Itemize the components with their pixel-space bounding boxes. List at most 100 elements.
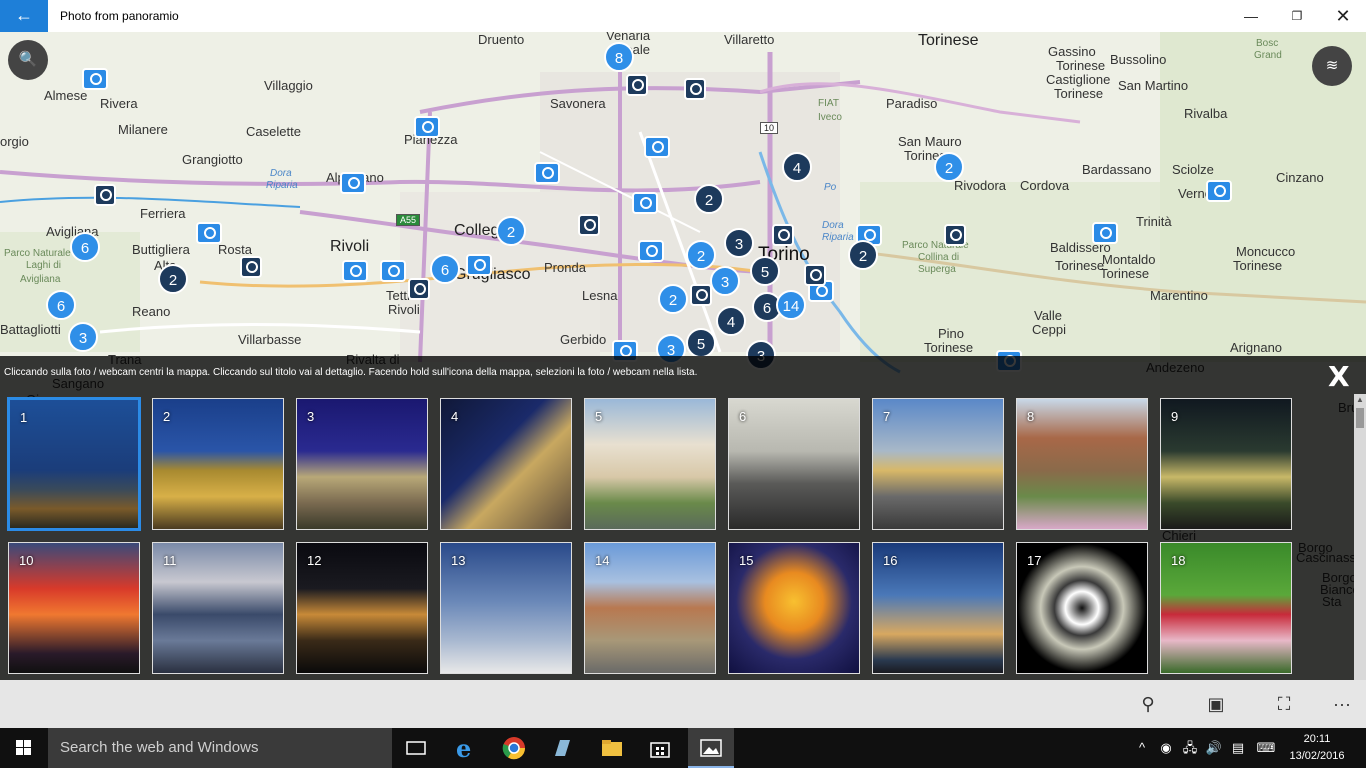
gallery-button[interactable]: ▣ [1200, 688, 1232, 720]
thumbnail-number: 18 [1171, 553, 1186, 568]
keyboard-icon[interactable]: ⌨ [1252, 728, 1280, 768]
taskbar-search-box[interactable]: Search the web and Windows [48, 728, 392, 768]
start-button[interactable] [0, 728, 48, 768]
person-frame-icon: ⛶ [1277, 694, 1291, 714]
map-layers-button[interactable]: ≋ [1312, 46, 1352, 86]
close-window-button[interactable]: ✕ [1320, 0, 1366, 32]
tray-chevron-icon[interactable]: ^ [1132, 728, 1152, 768]
camera-icon[interactable] [466, 254, 492, 276]
photo-thumbnail[interactable]: 18 [1160, 542, 1292, 674]
thumbnail-number: 3 [307, 409, 315, 424]
photo-cluster-marker[interactable]: 2 [694, 184, 724, 214]
map-label: Buttigliera [132, 242, 190, 257]
photo-cluster-marker[interactable]: 4 [782, 152, 812, 182]
webcam-icon[interactable] [408, 278, 430, 300]
map-label: Torinese [1054, 86, 1104, 101]
task-view-icon[interactable] [404, 736, 428, 760]
thumbnail-number: 9 [1171, 409, 1179, 424]
thumbnail-number: 13 [451, 553, 466, 568]
close-panel-button[interactable]: X [1328, 360, 1350, 393]
photo-cluster-marker[interactable]: 2 [934, 152, 964, 182]
webcam-icon[interactable] [684, 78, 706, 100]
store-icon[interactable] [648, 736, 672, 760]
photo-cluster-marker[interactable]: 14 [776, 290, 806, 320]
camera-icon[interactable] [632, 192, 658, 214]
photo-thumbnail[interactable]: 12 [296, 542, 428, 674]
photo-thumbnail[interactable]: 4 [440, 398, 572, 530]
photo-thumbnail[interactable]: 1 [7, 397, 141, 531]
photo-thumbnail[interactable]: 9 [1160, 398, 1292, 530]
photo-thumbnail[interactable]: 3 [296, 398, 428, 530]
taskbar-clock[interactable]: 20:11 13/02/2016 [1286, 731, 1348, 765]
maximize-button[interactable]: ❐ [1274, 0, 1320, 32]
photo-thumbnail[interactable]: 7 [872, 398, 1004, 530]
file-explorer-icon[interactable] [600, 736, 624, 760]
webcam-icon[interactable] [690, 284, 712, 306]
photo-cluster-marker[interactable]: 5 [686, 328, 716, 358]
minimize-button[interactable]: — [1228, 0, 1274, 32]
action-center-icon[interactable]: ▤ [1228, 728, 1248, 768]
camera-icon[interactable] [380, 260, 406, 282]
photo-thumbnail[interactable]: 17 [1016, 542, 1148, 674]
photo-cluster-marker[interactable]: 3 [724, 228, 754, 258]
chrome-icon[interactable] [502, 736, 526, 760]
camera-icon[interactable] [644, 136, 670, 158]
photo-thumbnail[interactable]: 14 [584, 542, 716, 674]
scroll-up-icon[interactable]: ▲ [1354, 394, 1366, 406]
webcam-icon[interactable] [944, 224, 966, 246]
person-button[interactable]: ⛶ [1268, 688, 1300, 720]
photos-app-taskbar-button[interactable] [688, 728, 734, 768]
volume-icon[interactable]: 🔊 [1204, 728, 1224, 768]
photo-thumbnail[interactable]: 6 [728, 398, 860, 530]
photo-thumbnail[interactable]: 11 [152, 542, 284, 674]
webcam-icon[interactable] [240, 256, 262, 278]
photo-cluster-marker[interactable]: 6 [70, 232, 100, 262]
photo-thumbnail[interactable]: 8 [1016, 398, 1148, 530]
camera-icon[interactable] [82, 68, 108, 90]
photo-cluster-marker[interactable]: 4 [716, 306, 746, 336]
photo-thumbnail[interactable]: 10 [8, 542, 140, 674]
camera-icon[interactable] [196, 222, 222, 244]
search-button[interactable]: ⚲ [1132, 688, 1164, 720]
photo-thumbnail[interactable]: 13 [440, 542, 572, 674]
network-icon[interactable]: 🖧 [1180, 728, 1200, 768]
photo-cluster-marker[interactable]: 2 [848, 240, 878, 270]
photo-cluster-marker[interactable]: 5 [750, 256, 780, 286]
photo-cluster-marker[interactable]: 3 [710, 266, 740, 296]
edge-browser-icon[interactable]: e [454, 734, 478, 763]
scroll-thumb[interactable] [1356, 408, 1364, 428]
map-label: Cordova [1020, 178, 1070, 193]
photo-cluster-marker[interactable]: 8 [604, 42, 634, 72]
photo-cluster-marker[interactable]: 6 [46, 290, 76, 320]
photo-cluster-marker[interactable]: 2 [658, 284, 688, 314]
camera-icon[interactable] [340, 172, 366, 194]
app-store-tile-icon[interactable] [550, 736, 574, 760]
photo-cluster-marker[interactable]: 2 [158, 264, 188, 294]
more-button[interactable]: ··· [1326, 688, 1358, 720]
photo-thumbnail[interactable]: 15 [728, 542, 860, 674]
photo-cluster-marker[interactable]: 2 [496, 216, 526, 246]
webcam-icon[interactable] [94, 184, 116, 206]
photo-thumbnail[interactable]: 16 [872, 542, 1004, 674]
layers-icon: ≋ [1325, 57, 1339, 74]
camera-icon[interactable] [1092, 222, 1118, 244]
photo-thumbnail[interactable]: 5 [584, 398, 716, 530]
webcam-icon[interactable] [804, 264, 826, 286]
camera-icon[interactable] [534, 162, 560, 184]
webcam-icon[interactable] [772, 224, 794, 246]
map-search-button[interactable]: 🔍 [8, 40, 48, 80]
photo-cluster-marker[interactable]: 2 [686, 240, 716, 270]
photo-list-scrollbar[interactable]: ▲ [1354, 394, 1366, 680]
back-button[interactable]: ← [0, 0, 48, 32]
camera-icon[interactable] [638, 240, 664, 262]
photo-cluster-marker[interactable]: 3 [68, 322, 98, 352]
camera-icon[interactable] [342, 260, 368, 282]
webcam-icon[interactable] [626, 74, 648, 96]
camera-icon[interactable] [414, 116, 440, 138]
location-icon[interactable]: ◉ [1156, 728, 1176, 768]
photo-cluster-marker[interactable]: 6 [430, 254, 460, 284]
camera-icon[interactable] [1206, 180, 1232, 202]
webcam-icon[interactable] [578, 214, 600, 236]
map-label: Montaldo [1102, 252, 1156, 267]
photo-thumbnail[interactable]: 2 [152, 398, 284, 530]
